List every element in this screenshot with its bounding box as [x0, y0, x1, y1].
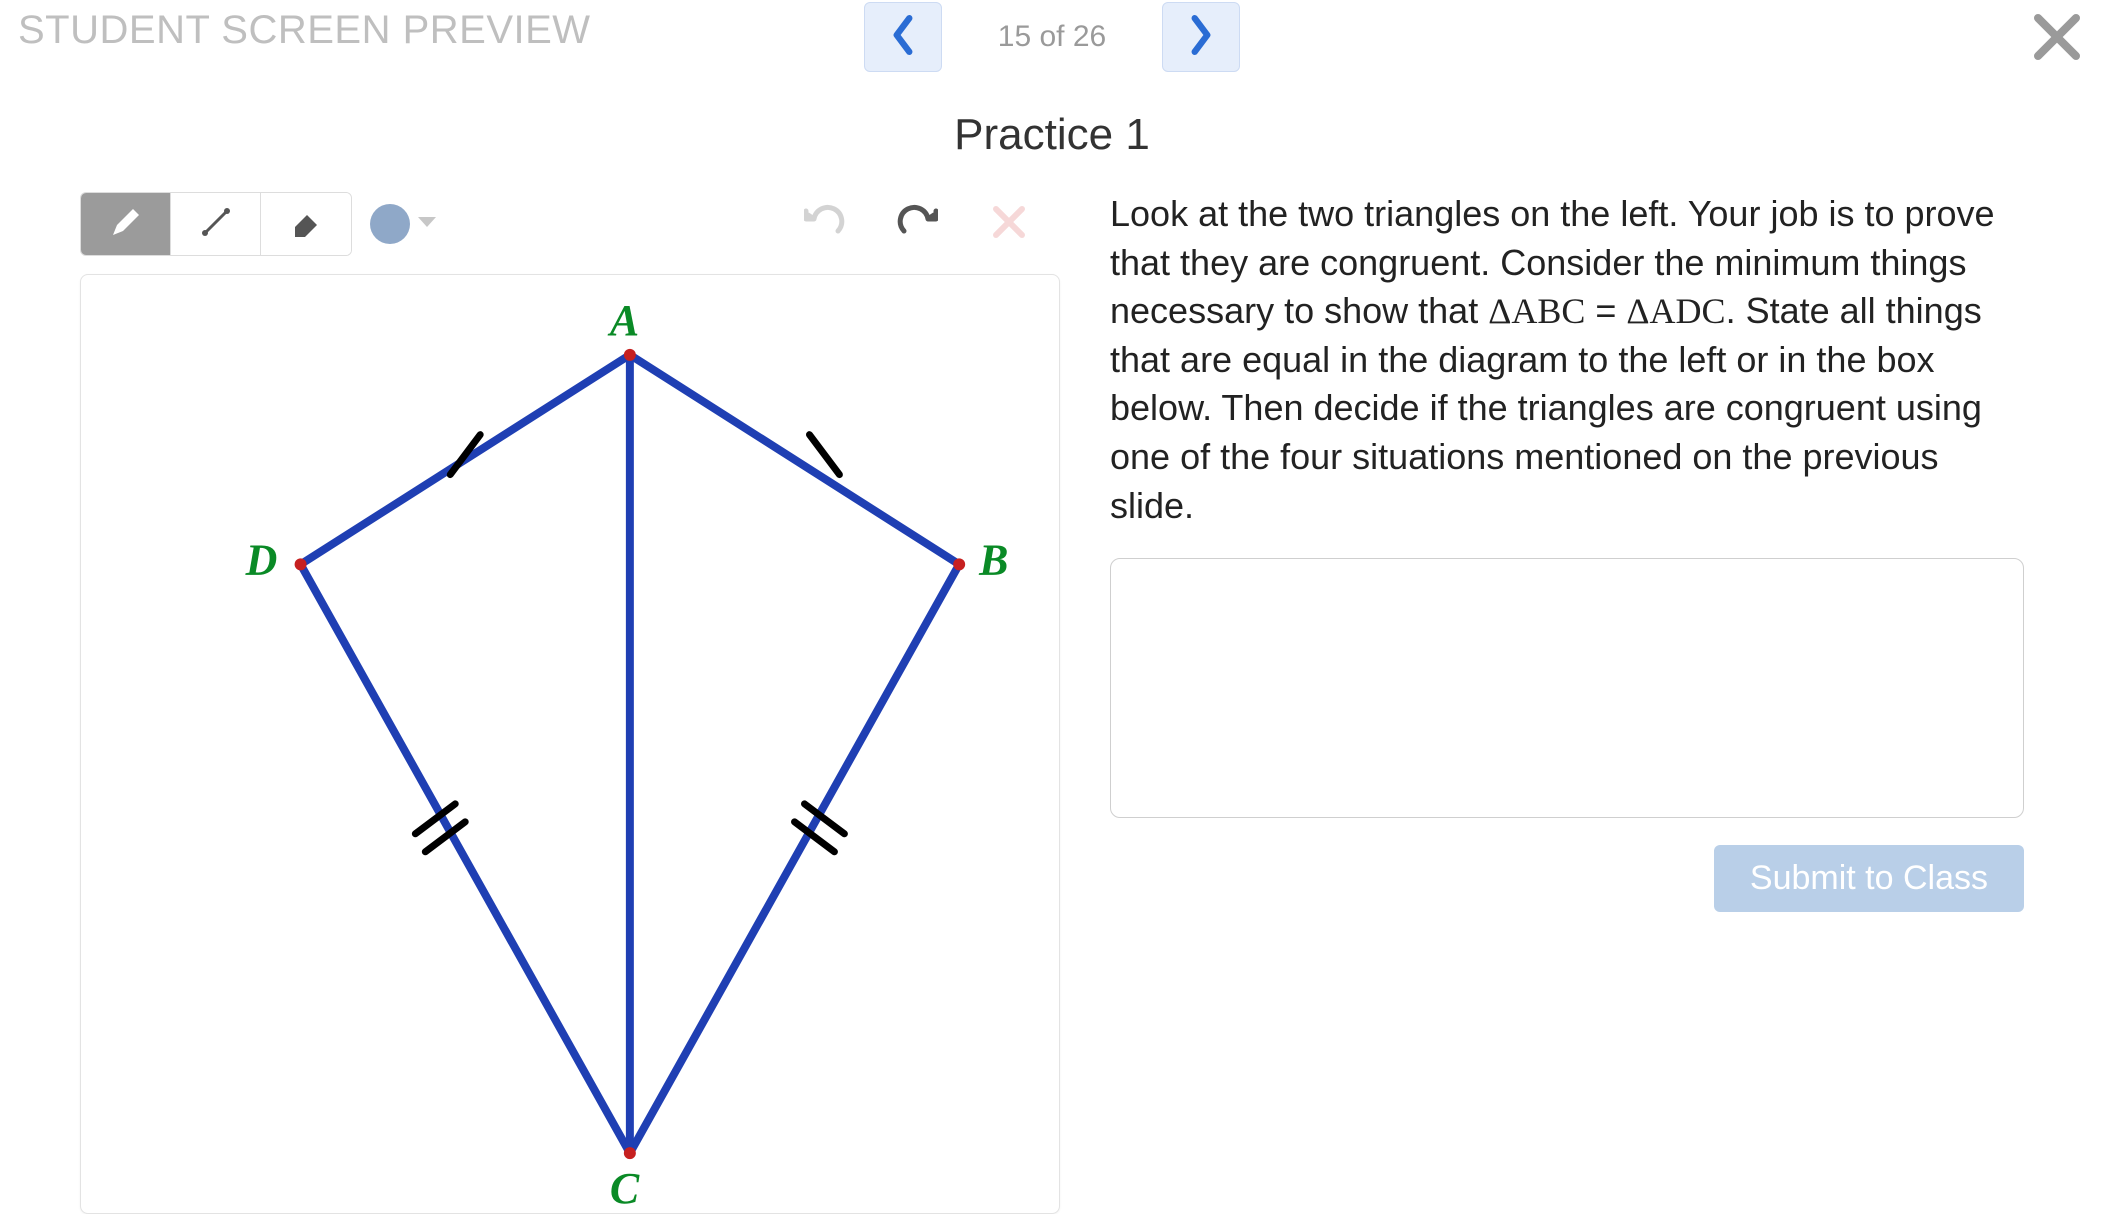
eraser-icon [289, 205, 323, 244]
vertex-label-d: D [245, 536, 278, 584]
clear-button[interactable] [988, 201, 1030, 248]
right-column: Look at the two triangles on the left. Y… [1110, 190, 2064, 1214]
vertex-label-a: A [607, 297, 639, 345]
content-row: A B C D Look at the two triangles on the… [0, 160, 2104, 1214]
header: STUDENT SCREEN PREVIEW 15 of 26 [0, 0, 2104, 80]
vertex-label-c: C [610, 1165, 640, 1213]
close-icon [2030, 51, 2084, 68]
drawing-canvas[interactable]: A B C D [80, 274, 1060, 1214]
pencil-icon [109, 205, 143, 244]
color-picker[interactable] [370, 204, 438, 244]
caret-down-icon [416, 215, 438, 234]
kite-diagram: A B C D [81, 275, 1059, 1213]
math-eq: = [1585, 290, 1626, 331]
tool-group [80, 192, 352, 256]
chevron-left-icon [889, 14, 917, 61]
color-swatch-icon [370, 204, 410, 244]
redo-icon [896, 201, 938, 248]
math-rhs: ΔADC [1626, 291, 1725, 331]
submit-button[interactable]: Submit to Class [1714, 845, 2024, 912]
redo-button[interactable] [896, 201, 938, 248]
next-button[interactable] [1162, 2, 1240, 72]
left-column: A B C D [80, 190, 1060, 1214]
prev-button[interactable] [864, 2, 942, 72]
undo-button[interactable] [804, 201, 846, 248]
answer-input[interactable] [1110, 558, 2024, 818]
math-lhs: ΔABC [1488, 291, 1585, 331]
chevron-right-icon [1187, 14, 1215, 61]
slide-title: Practice 1 [0, 110, 2104, 160]
pager: 15 of 26 [864, 2, 1240, 72]
pencil-tool[interactable] [81, 193, 171, 255]
canvas-actions [804, 201, 1060, 248]
page-counter: 15 of 26 [982, 20, 1122, 54]
preview-label: STUDENT SCREEN PREVIEW [18, 8, 591, 53]
submit-row: Submit to Class [1110, 845, 2024, 912]
undo-icon [804, 201, 846, 248]
clear-icon [988, 201, 1030, 248]
line-tool[interactable] [171, 193, 261, 255]
line-icon [199, 205, 233, 244]
drawing-toolbar [80, 190, 1060, 258]
vertex-label-b: B [978, 536, 1008, 584]
eraser-tool[interactable] [261, 193, 351, 255]
instructions-text: Look at the two triangles on the left. Y… [1110, 190, 2024, 530]
close-button[interactable] [2030, 10, 2084, 69]
